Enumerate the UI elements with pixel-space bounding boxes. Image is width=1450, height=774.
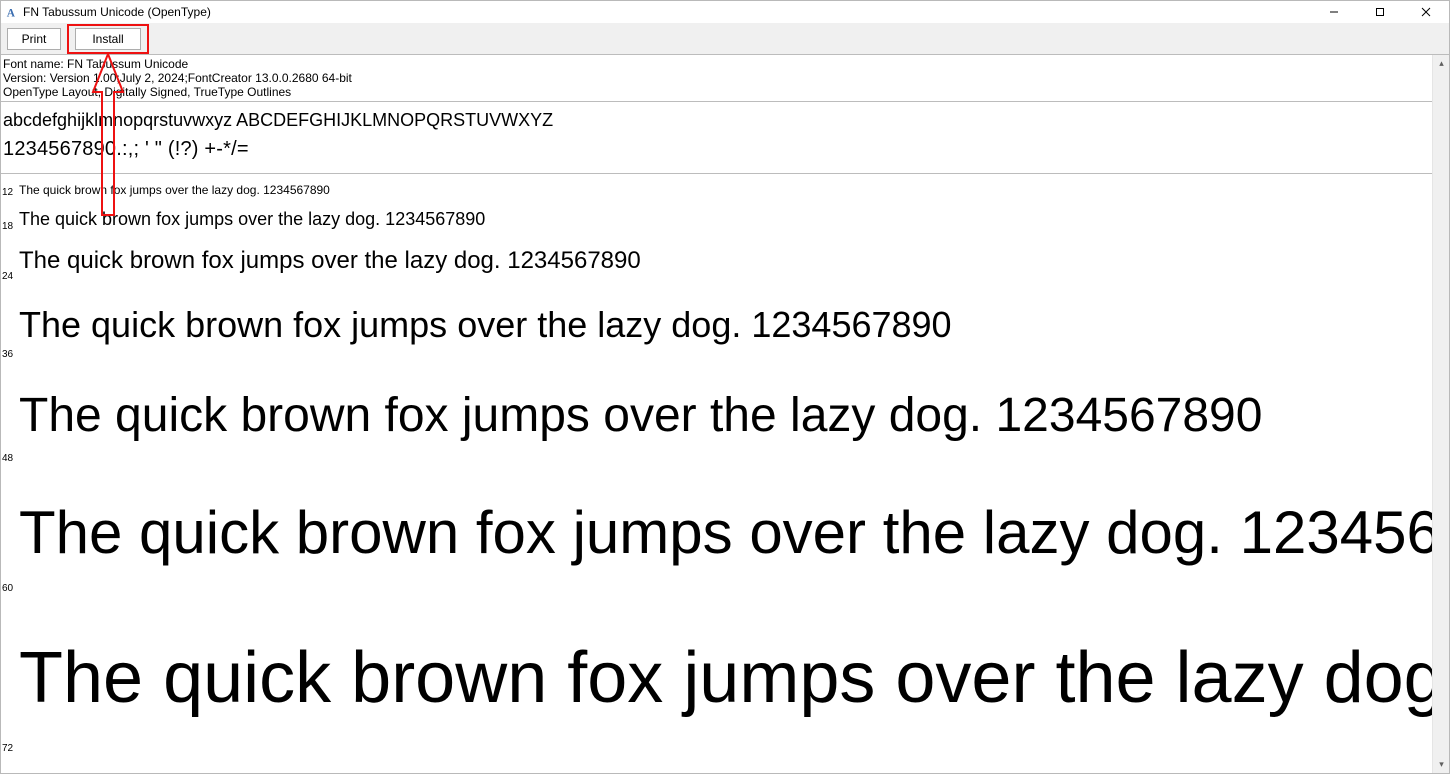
content-area: Font name: FN Tabussum Unicode Version: … [1,55,1449,773]
app-icon: A [5,5,19,19]
sample-text: The quick brown fox jumps over the lazy … [19,468,1432,598]
size-label: 60 [1,583,19,598]
vertical-scrollbar[interactable]: ▴ ▾ [1432,55,1449,773]
sample-row: 36The quick brown fox jumps over the laz… [1,286,1432,364]
window-title: FN Tabussum Unicode (OpenType) [23,5,211,19]
size-label: 18 [1,221,19,236]
sample-row: 60The quick brown fox jumps over the laz… [1,468,1432,598]
sample-text: The quick brown fox jumps over the lazy … [19,236,1432,286]
sample-text: The quick brown fox jumps over the lazy … [19,598,1432,758]
size-label: 36 [1,349,19,364]
font-version-line: Version: Version 1.00;July 2, 2024;FontC… [3,71,1430,85]
install-button[interactable]: Install [75,28,141,50]
sample-text: The quick brown fox jumps over the lazy … [19,202,1432,236]
titlebar: A FN Tabussum Unicode (OpenType) [1,1,1449,23]
maximize-button[interactable] [1357,1,1403,23]
digits-line: 1234567890.:,; ' " (!?) +-*/= [3,133,1430,165]
size-label: 48 [1,453,19,468]
sample-text: The quick brown fox jumps over the lazy … [19,364,1432,468]
sample-row: 12The quick brown fox jumps over the laz… [1,178,1432,202]
size-label: 12 [1,187,19,202]
font-name-line: Font name: FN Tabussum Unicode [3,57,1430,71]
preview-content: Font name: FN Tabussum Unicode Version: … [1,55,1432,773]
print-button[interactable]: Print [7,28,61,50]
size-label: 72 [1,743,19,758]
font-metadata: Font name: FN Tabussum Unicode Version: … [1,55,1432,102]
close-button[interactable] [1403,1,1449,23]
scroll-down-icon[interactable]: ▾ [1433,756,1450,773]
character-sample: abcdefghijklmnopqrstuvwxyz ABCDEFGHIJKLM… [1,102,1432,174]
sample-row: 48The quick brown fox jumps over the laz… [1,364,1432,468]
sample-text: The quick brown fox jumps over the lazy … [19,286,1432,364]
size-label: 24 [1,271,19,286]
sample-row: 72The quick brown fox jumps over the laz… [1,598,1432,758]
sample-text: The quick brown fox jumps over the lazy … [19,178,1432,202]
sample-row: 24The quick brown fox jumps over the laz… [1,236,1432,286]
alphabet-line: abcdefghijklmnopqrstuvwxyz ABCDEFGHIJKLM… [3,108,1430,133]
toolbar: Print Install [1,23,1449,55]
window-controls [1311,1,1449,23]
font-layout-line: OpenType Layout, Digitally Signed, TrueT… [3,85,1430,99]
minimize-button[interactable] [1311,1,1357,23]
sample-row: 18The quick brown fox jumps over the laz… [1,202,1432,236]
scroll-up-icon[interactable]: ▴ [1433,55,1450,72]
sample-list: 12The quick brown fox jumps over the laz… [1,174,1432,758]
svg-text:A: A [7,7,16,19]
font-viewer-window: A FN Tabussum Unicode (OpenType) Print I… [0,0,1450,774]
